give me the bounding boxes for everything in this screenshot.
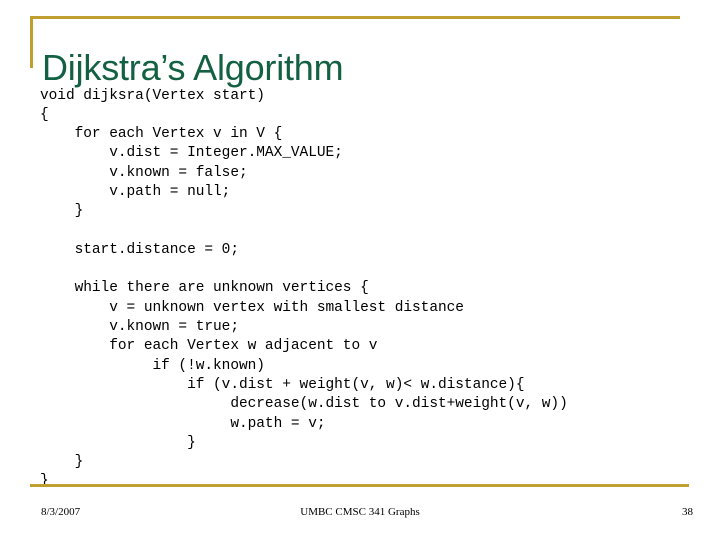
code-line: } bbox=[40, 203, 84, 220]
footer-page-number: 38 bbox=[682, 506, 693, 518]
footer: 8/3/2007 UMBC CMSC 341 Graphs 38 bbox=[0, 506, 720, 526]
code-line: v.dist = Integer.MAX_VALUE; bbox=[40, 145, 343, 162]
code-line: for each Vertex w adjacent to v bbox=[40, 338, 378, 355]
code-line: if (v.dist + weight(v, w)< w.distance){ bbox=[40, 376, 525, 393]
code-line: { bbox=[40, 106, 49, 123]
footer-rule bbox=[30, 484, 689, 487]
title-left-rule bbox=[30, 16, 33, 68]
slide: Dijkstra’s Algorithm void dijksra(Vertex… bbox=[0, 0, 720, 540]
code-line: v.known = true; bbox=[40, 319, 239, 336]
code-line: v.path = null; bbox=[40, 183, 231, 200]
code-block: void dijksra(Vertex start) { for each Ver… bbox=[40, 87, 716, 492]
code-line: while there are unknown vertices { bbox=[40, 280, 369, 297]
code-line: } bbox=[40, 473, 49, 490]
code-line: void dijksra(Vertex start) bbox=[40, 87, 265, 104]
code-line: } bbox=[40, 454, 84, 471]
code-line: v = unknown vertex with smallest distanc… bbox=[40, 299, 464, 316]
code-line: w.path = v; bbox=[40, 415, 326, 432]
code-line: decrease(w.dist to v.dist+weight(v, w)) bbox=[40, 396, 568, 413]
code-line: for each Vertex v in V { bbox=[40, 126, 283, 143]
title-top-rule bbox=[30, 16, 680, 19]
code-line: if (!w.known) bbox=[40, 357, 265, 374]
code-line: } bbox=[40, 434, 196, 451]
page-title: Dijkstra’s Algorithm bbox=[42, 47, 344, 89]
code-line: v.known = false; bbox=[40, 164, 248, 181]
footer-course-label: UMBC CMSC 341 Graphs bbox=[300, 506, 420, 518]
code-line: start.distance = 0; bbox=[40, 241, 239, 258]
